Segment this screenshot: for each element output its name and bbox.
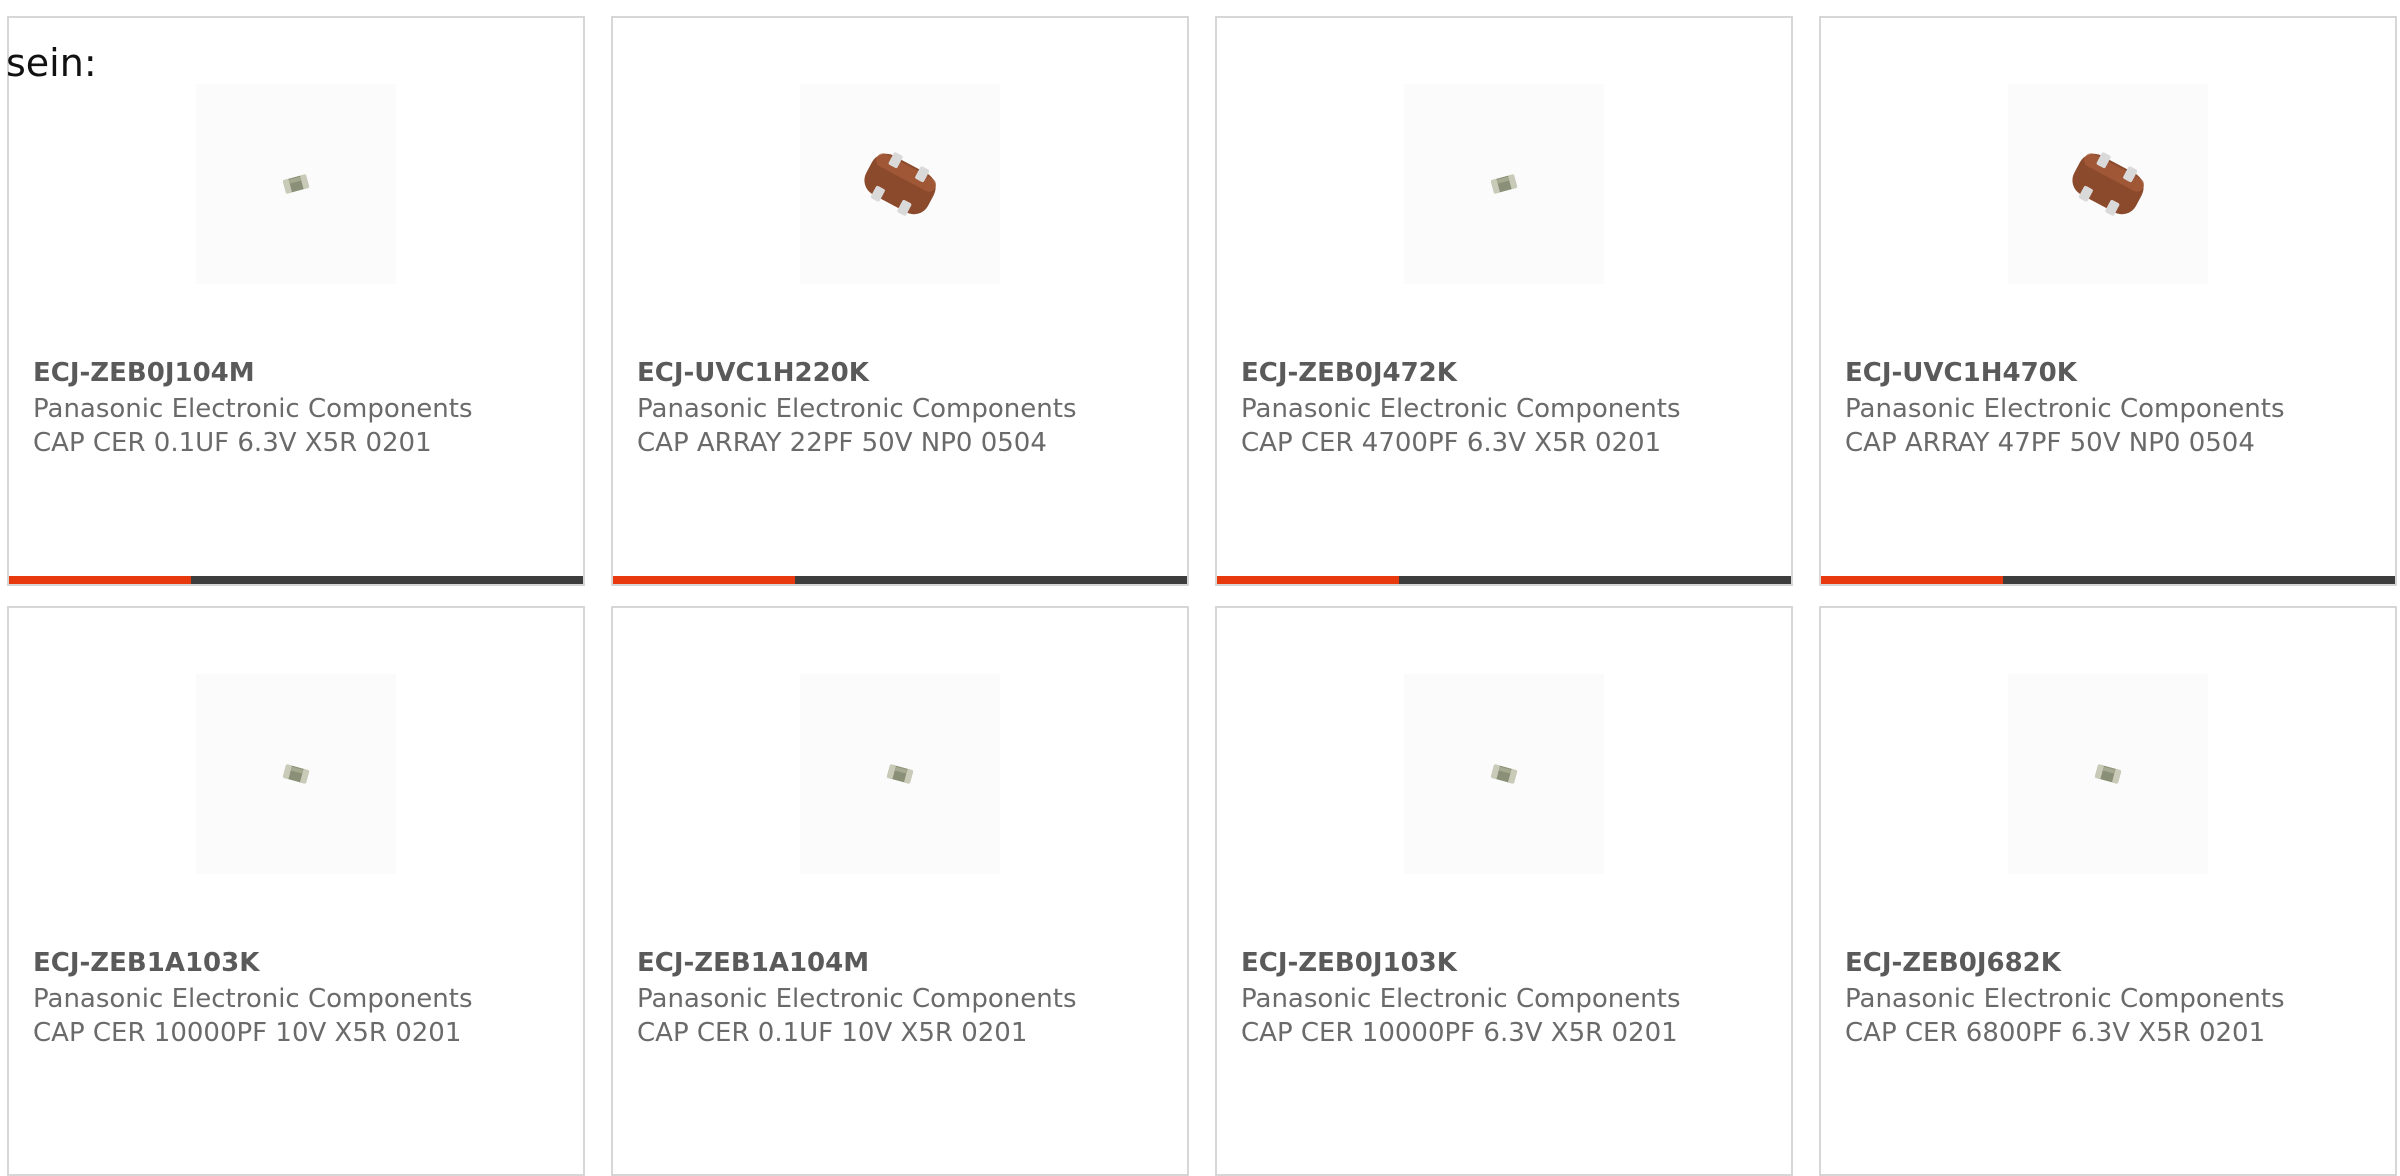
manufacturer-name: Panasonic Electronic Components (33, 394, 473, 424)
product-image[interactable] (1404, 674, 1604, 874)
card-accent-bar (1821, 576, 2003, 584)
card-accent-bar (613, 576, 795, 584)
part-number-link[interactable]: ECJ-ZEB1A103K (33, 948, 259, 978)
product-image[interactable] (196, 84, 396, 284)
capacitor-array-icon (2072, 152, 2145, 216)
product-image[interactable] (2008, 84, 2208, 284)
product-image[interactable] (1404, 84, 1604, 284)
product-description: CAP CER 0.1UF 6.3V X5R 0201 (33, 428, 432, 458)
part-number-link[interactable]: ECJ-ZEB0J103K (1241, 948, 1457, 978)
product-image[interactable] (196, 674, 396, 874)
manufacturer-name: Panasonic Electronic Components (1845, 394, 2285, 424)
card-bottom-bar (9, 576, 583, 584)
small-chip-capacitor-icon (2094, 764, 2122, 784)
card-accent-bar (1217, 576, 1399, 584)
product-description: CAP CER 10000PF 6.3V X5R 0201 (1241, 1018, 1678, 1048)
product-card[interactable]: ECJ-ZEB1A104M Panasonic Electronic Compo… (611, 606, 1189, 1176)
part-number-link[interactable]: ECJ-ZEB0J682K (1845, 948, 2061, 978)
manufacturer-name: Panasonic Electronic Components (1241, 984, 1681, 1014)
product-card[interactable]: ECJ-ZEB0J682K Panasonic Electronic Compo… (1819, 606, 2397, 1176)
manufacturer-name: Panasonic Electronic Components (1845, 984, 2285, 1014)
product-card[interactable]: ECJ-UVC1H470K Panasonic Electronic Compo… (1819, 16, 2397, 586)
small-chip-capacitor-icon (1490, 174, 1518, 194)
product-description: CAP ARRAY 47PF 50V NP0 0504 (1845, 428, 2255, 458)
product-description: CAP CER 10000PF 10V X5R 0201 (33, 1018, 462, 1048)
product-image[interactable] (2008, 674, 2208, 874)
small-chip-capacitor-icon (282, 764, 310, 784)
product-image[interactable] (800, 674, 1000, 874)
card-bottom-bar (613, 576, 1187, 584)
small-chip-capacitor-icon (1490, 764, 1518, 784)
manufacturer-name: Panasonic Electronic Components (637, 394, 1077, 424)
section-heading: sein: (6, 41, 97, 85)
card-bottom-bar (1217, 576, 1791, 584)
card-accent-bar (9, 576, 191, 584)
product-image[interactable] (800, 84, 1000, 284)
small-chip-capacitor-icon (886, 764, 914, 784)
part-number-link[interactable]: ECJ-ZEB0J472K (1241, 358, 1457, 388)
product-card[interactable]: ECJ-ZEB0J472K Panasonic Electronic Compo… (1215, 16, 1793, 586)
product-card[interactable]: ECJ-UVC1H220K Panasonic Electronic Compo… (611, 16, 1189, 586)
manufacturer-name: Panasonic Electronic Components (637, 984, 1077, 1014)
manufacturer-name: Panasonic Electronic Components (1241, 394, 1681, 424)
part-number-link[interactable]: ECJ-UVC1H220K (637, 358, 869, 388)
capacitor-array-icon (864, 152, 937, 216)
part-number-link[interactable]: ECJ-UVC1H470K (1845, 358, 2077, 388)
part-number-link[interactable]: ECJ-ZEB0J104M (33, 358, 255, 388)
part-number-link[interactable]: ECJ-ZEB1A104M (637, 948, 869, 978)
product-card[interactable]: ECJ-ZEB1A103K Panasonic Electronic Compo… (7, 606, 585, 1176)
product-description: CAP CER 0.1UF 10V X5R 0201 (637, 1018, 1028, 1048)
product-grid: ECJ-ZEB0J104M Panasonic Electronic Compo… (7, 16, 2400, 1176)
product-description: CAP CER 4700PF 6.3V X5R 0201 (1241, 428, 1662, 458)
product-description: CAP CER 6800PF 6.3V X5R 0201 (1845, 1018, 2266, 1048)
manufacturer-name: Panasonic Electronic Components (33, 984, 473, 1014)
product-card[interactable]: ECJ-ZEB0J103K Panasonic Electronic Compo… (1215, 606, 1793, 1176)
product-card[interactable]: ECJ-ZEB0J104M Panasonic Electronic Compo… (7, 16, 585, 586)
small-chip-capacitor-icon (282, 174, 310, 194)
product-description: CAP ARRAY 22PF 50V NP0 0504 (637, 428, 1047, 458)
card-bottom-bar (1821, 576, 2395, 584)
